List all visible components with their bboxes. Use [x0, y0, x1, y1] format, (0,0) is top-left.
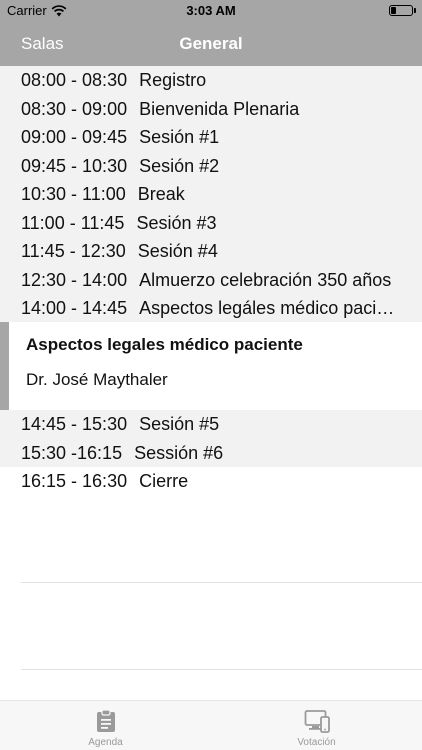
- tab-agenda-label: Agenda: [88, 737, 123, 748]
- agenda-row[interactable]: 09:45 - 10:30 Sesión #2: [0, 152, 422, 181]
- session-detail-speaker: Dr. José Maythaler: [26, 370, 168, 389]
- agenda-time: 14:00 - 14:45: [21, 298, 128, 318]
- agenda-row[interactable]: 11:45 - 12:30 Sesión #4: [0, 237, 422, 266]
- agenda-title: Sesión #4: [137, 241, 218, 261]
- agenda-row[interactable]: 09:00 - 09:45 Sesión #1: [0, 123, 422, 152]
- navigation-bar: Salas General: [0, 22, 422, 66]
- agenda-row[interactable]: 12:30 - 14:00 Almuerzo celebración 350 a…: [0, 266, 422, 295]
- agenda-time: 09:00 - 09:45: [21, 127, 128, 147]
- agenda-title: Sessión #6: [134, 442, 224, 463]
- row-separator: [21, 669, 422, 670]
- agenda-title: Aspectos legáles médico paciente: [139, 298, 412, 318]
- session-detail-card[interactable]: Aspectos legales médico paciente Dr. Jos…: [0, 322, 422, 410]
- agenda-time: 12:30 - 14:00: [21, 269, 128, 290]
- agenda-list: 08:00 - 08:30 Registro 08:30 - 09:00 Bie…: [0, 66, 422, 323]
- agenda-row[interactable]: 15:30 -16:15 Sessión #6: [0, 439, 422, 468]
- agenda-time: 10:30 - 11:00: [21, 184, 126, 204]
- row-separator: [21, 582, 422, 583]
- agenda-title: Sesión #3: [136, 212, 217, 233]
- agenda-row[interactable]: 10:30 - 11:00 Break: [0, 180, 422, 209]
- session-detail-title: Aspectos legales médico paciente: [26, 335, 303, 354]
- battery-tip: [414, 8, 416, 13]
- agenda-title: Break: [137, 184, 185, 204]
- agenda-row[interactable]: 08:00 - 08:30 Registro: [0, 66, 422, 95]
- agenda-title: Cierre: [139, 471, 189, 491]
- agenda-time: 11:45 - 12:30: [21, 241, 126, 261]
- clipboard-icon: [96, 709, 115, 732]
- tab-votacion-label: Votación: [297, 737, 336, 748]
- agenda-time: 15:30 -16:15: [21, 442, 123, 463]
- agenda-row[interactable]: 08:30 - 09:00 Bienvenida Plenaria: [0, 95, 422, 124]
- agenda-row-selected[interactable]: 14:00 - 14:45 Aspectos legáles médico pa…: [0, 294, 422, 323]
- agenda-time: 16:15 - 16:30: [21, 471, 128, 491]
- tab-votacion[interactable]: Votación: [211, 701, 422, 750]
- agenda-title: Sesión #2: [139, 155, 220, 176]
- agenda-time: 14:45 - 15:30: [21, 414, 128, 434]
- battery-icon: [389, 5, 413, 16]
- agenda-title: Bienvenida Plenaria: [139, 98, 300, 119]
- agenda-title: Registro: [139, 70, 207, 90]
- agenda-title: Sesión #5: [139, 414, 220, 434]
- agenda-time: 08:00 - 08:30: [21, 70, 128, 90]
- battery-level: [391, 7, 396, 14]
- agenda-row[interactable]: 14:45 - 15:30 Sesión #5: [0, 410, 422, 439]
- status-time: 3:03 AM: [186, 3, 236, 18]
- nav-title: General: [179, 34, 243, 53]
- agenda-title: Almuerzo celebración 350 años: [139, 269, 392, 290]
- agenda-time: 09:45 - 10:30: [21, 155, 128, 176]
- tab-agenda[interactable]: Agenda: [0, 701, 211, 750]
- devices-icon: [304, 710, 330, 733]
- agenda-time: 11:00 - 11:45: [21, 212, 125, 233]
- agenda-list-continued: 14:45 - 15:30 Sesión #5 15:30 -16:15 Ses…: [0, 410, 422, 496]
- tab-bar: Agenda Votación: [0, 700, 422, 750]
- agenda-row[interactable]: 16:15 - 16:30 Cierre: [0, 467, 422, 496]
- agenda-time: 08:30 - 09:00: [21, 98, 128, 119]
- status-bar: Carrier 3:03 AM: [0, 0, 422, 22]
- selection-indicator: [0, 322, 9, 410]
- agenda-title: Sesión #1: [139, 127, 220, 147]
- agenda-row[interactable]: 11:00 - 11:45 Sesión #3: [0, 209, 422, 238]
